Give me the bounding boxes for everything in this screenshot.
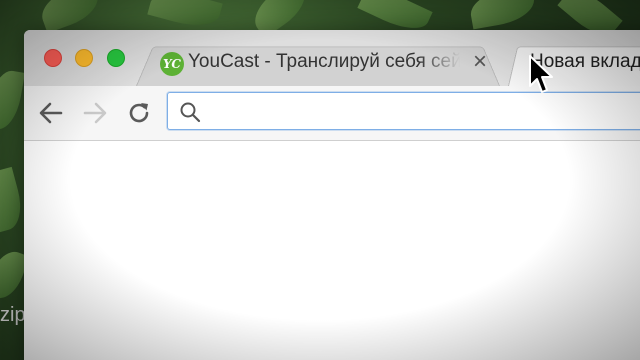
back-button[interactable] — [36, 98, 66, 128]
mouse-pointer-icon — [529, 55, 553, 93]
leaf-decoration — [467, 0, 538, 30]
leaf-decoration — [35, 0, 105, 34]
zoom-window-button[interactable] — [107, 49, 125, 67]
reload-button[interactable] — [124, 98, 154, 128]
youcast-favicon-icon: YC — [160, 52, 184, 76]
search-icon — [180, 102, 201, 123]
leaf-decoration — [0, 67, 25, 133]
tab-title: YouCast - Транслируй себя сейчас — [188, 51, 460, 72]
arrow-right-icon — [83, 102, 107, 124]
address-input[interactable] — [212, 97, 640, 127]
forward-button[interactable] — [80, 98, 110, 128]
arrow-left-icon — [39, 102, 63, 124]
close-window-button[interactable] — [44, 49, 62, 67]
tab-youcast[interactable]: YC YouCast - Транслируй себя сейчас × — [136, 42, 500, 86]
address-bar[interactable] — [167, 92, 640, 130]
leaf-decoration — [147, 0, 223, 33]
background-partial-text: zip — [0, 304, 26, 326]
reload-icon — [129, 103, 149, 123]
minimize-window-button[interactable] — [75, 49, 93, 67]
tab-close-icon[interactable]: × — [468, 48, 492, 76]
page-content[interactable] — [24, 141, 640, 360]
